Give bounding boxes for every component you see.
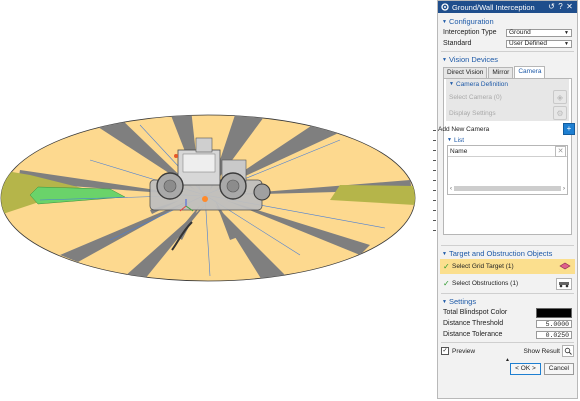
list-column-header: Name ✕ <box>448 145 567 157</box>
add-new-camera-row: Add New Camera + <box>438 123 575 135</box>
distance-tolerance-row: Distance Tolerance 0.0250 <box>438 329 577 340</box>
select-obstructions-label: Select Obstructions (1) <box>452 280 519 287</box>
interception-type-select[interactable]: Ground ▼ <box>506 28 572 37</box>
close-icon[interactable]: ✕ <box>565 1 574 13</box>
chevron-down-icon: ▼ <box>442 250 447 257</box>
checkmark-icon: ✓ <box>443 262 450 271</box>
select-obstructions-row[interactable]: ✓ Select Obstructions (1) <box>440 276 575 291</box>
blindspot-color-swatch[interactable] <box>536 307 572 318</box>
vision-devices-tabs: Direct Vision Mirror Camera <box>443 66 572 78</box>
dialog-buttons: < OK > Cancel <box>438 363 577 375</box>
standard-label: Standard <box>443 40 472 47</box>
tab-mirror[interactable]: Mirror <box>488 67 514 78</box>
camera-definition-header[interactable]: ▼ Camera Definition <box>446 79 569 89</box>
preview-label: Preview <box>452 347 476 355</box>
standard-value: User Defined <box>509 40 547 47</box>
divider <box>441 342 574 343</box>
camera-definition-title: Camera Definition <box>456 80 509 88</box>
list-title: List <box>454 136 465 144</box>
list-header[interactable]: ▼ List <box>444 135 571 145</box>
chevron-down-icon: ▼ <box>449 81 454 87</box>
tab-camera[interactable]: Camera <box>514 66 546 78</box>
chevron-down-icon: ▼ <box>442 298 447 305</box>
standard-select[interactable]: User Defined ▼ <box>506 39 572 48</box>
tab-direct-vision[interactable]: Direct Vision <box>443 67 488 78</box>
add-new-camera-label: Add New Camera <box>438 125 490 133</box>
interception-type-label: Interception Type <box>443 29 497 36</box>
scene-canvas[interactable] <box>0 0 432 401</box>
show-result-label: Show Result <box>523 347 561 355</box>
vision-devices-title: Vision Devices <box>449 55 499 64</box>
interception-type-value: Ground <box>509 29 531 36</box>
select-grid-target-row[interactable]: ✓ Select Grid Target (1) <box>440 259 575 274</box>
reset-icon[interactable]: ↺ <box>547 1 556 13</box>
camera-definition-group: ▼ Camera Definition Select Camera (0) ◈ … <box>446 79 569 121</box>
blindspot-color-row: Total Blindspot Color <box>438 307 577 318</box>
name-column-label: Name <box>450 147 468 155</box>
chevron-down-icon: ▼ <box>442 56 447 63</box>
target-objects-section-header[interactable]: ▼ Target and Obstruction Objects <box>438 248 577 259</box>
delete-icon[interactable]: ✕ <box>555 145 566 157</box>
vision-devices-section-header[interactable]: ▼ Vision Devices <box>438 54 577 65</box>
ok-button[interactable]: < OK > <box>510 363 541 375</box>
select-camera-label: Select Camera (0) <box>449 93 502 101</box>
total-blindspot-color-label: Total Blindspot Color <box>443 309 508 316</box>
vehicle-icon[interactable] <box>556 277 572 290</box>
standard-row: Standard User Defined ▼ <box>438 38 577 49</box>
chevron-down-icon: ▼ <box>442 18 447 25</box>
dialog-title-bar: Ground/Wall Interception ↺ ? ✕ <box>438 1 577 13</box>
help-icon[interactable]: ? <box>556 1 565 13</box>
settings-title: Settings <box>449 297 477 306</box>
select-camera-row[interactable]: Select Camera (0) ◈ <box>446 89 569 105</box>
checkmark-icon: ✓ <box>443 279 450 288</box>
camera-tab-panel: ▼ Camera Definition Select Camera (0) ◈ … <box>438 78 575 235</box>
dialog-title: Ground/Wall Interception <box>452 2 535 12</box>
preview-row: ✓ Preview Show Result <box>438 345 577 357</box>
display-settings-row[interactable]: Display Settings ⚙ <box>446 105 569 121</box>
dropdown-arrow-icon: ▼ <box>564 40 569 47</box>
distance-tolerance-label: Distance Tolerance <box>443 331 503 338</box>
display-settings-label: Display Settings <box>449 109 496 117</box>
settings-gear-icon[interactable]: ⚙ <box>553 106 567 120</box>
camera-list[interactable]: Name ✕ ‹ › <box>447 145 568 195</box>
chevron-down-icon: ▼ <box>447 137 452 143</box>
divider <box>441 245 574 246</box>
configuration-section-header[interactable]: ▼ Configuration <box>438 16 577 27</box>
distance-threshold-label: Distance Threshold <box>443 320 504 327</box>
scroll-track[interactable] <box>454 186 561 191</box>
preview-checkbox[interactable]: ✓ <box>441 347 449 355</box>
configuration-title: Configuration <box>449 17 494 26</box>
target-objects-title: Target and Obstruction Objects <box>449 249 553 258</box>
distance-tolerance-input[interactable]: 0.0250 <box>536 330 572 339</box>
divider <box>441 51 574 52</box>
distance-threshold-input[interactable]: 5.0000 <box>536 319 572 328</box>
grid-target-icon[interactable] <box>558 261 572 273</box>
dropdown-arrow-icon: ▼ <box>564 29 569 36</box>
graphics-viewport[interactable] <box>0 0 432 401</box>
distance-threshold-row: Distance Threshold 5.0000 <box>438 318 577 329</box>
cancel-button[interactable]: Cancel <box>543 363 574 375</box>
divider <box>441 293 574 294</box>
select-grid-target-label: Select Grid Target (1) <box>452 263 514 270</box>
horizontal-scrollbar[interactable]: ‹ › <box>450 185 565 192</box>
camera-icon[interactable]: ◈ <box>553 90 567 104</box>
interception-type-row: Interception Type Ground ▼ <box>438 27 577 38</box>
gear-icon <box>441 3 449 11</box>
add-camera-button[interactable]: + <box>563 123 575 135</box>
settings-section-header[interactable]: ▼ Settings <box>438 296 577 307</box>
splitter[interactable] <box>433 0 436 401</box>
magnifier-icon[interactable] <box>562 345 574 357</box>
scroll-left-icon[interactable]: ‹ <box>450 186 452 192</box>
interception-dialog: Ground/Wall Interception ↺ ? ✕ ▼ Configu… <box>437 0 578 399</box>
scroll-right-icon[interactable]: › <box>563 186 565 192</box>
